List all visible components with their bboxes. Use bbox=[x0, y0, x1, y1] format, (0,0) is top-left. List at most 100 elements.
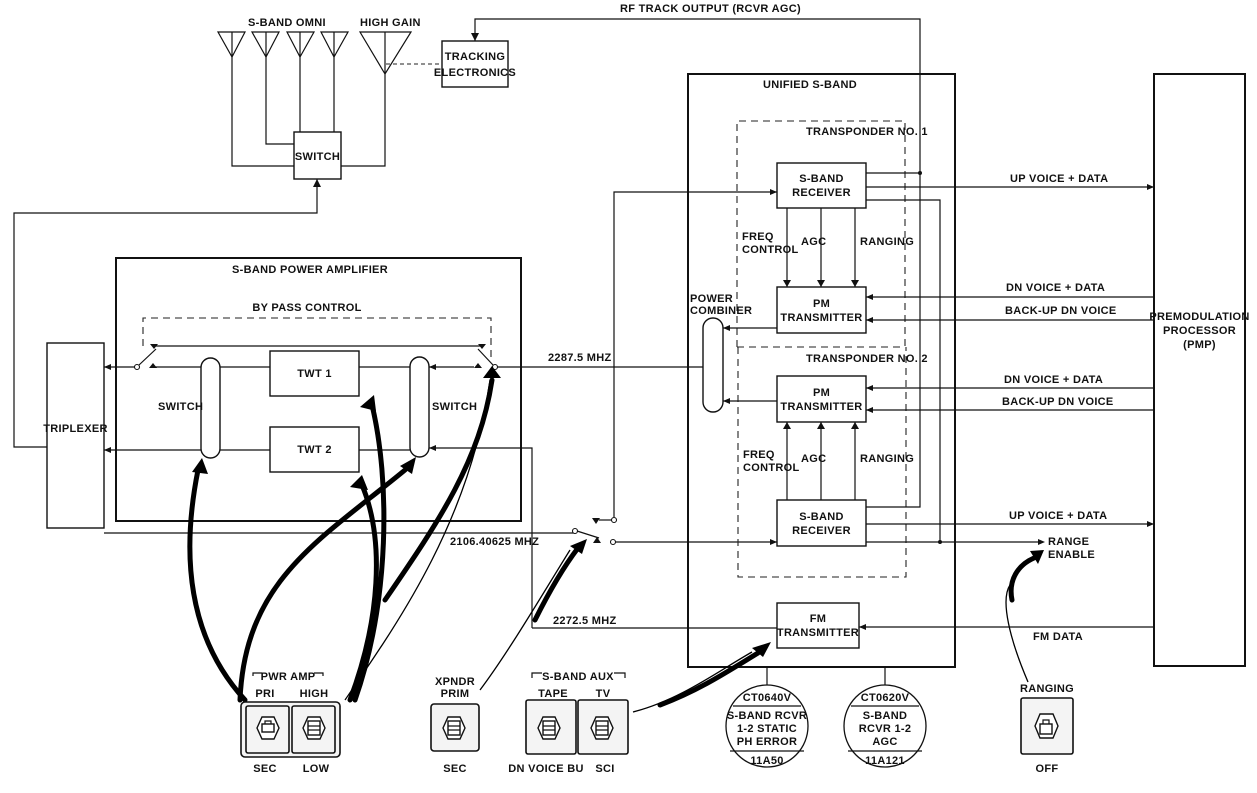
tracking-label-2: ELECTRONICS bbox=[434, 67, 516, 79]
xpndr-switch-panel: XPNDR PRIM SEC bbox=[430, 676, 480, 775]
sband-aux-tape-label: TAPE bbox=[538, 688, 568, 700]
meter1-line1: S-BAND RCVR bbox=[727, 710, 807, 722]
sband-aux-tv-toggle[interactable] bbox=[590, 716, 614, 740]
sband-aux-switch-panel: S-BAND AUX TAPE TV DN VOICE BU SCI bbox=[508, 671, 629, 775]
power-combiner-capsule bbox=[702, 317, 724, 413]
range-enable-label-1: RANGE bbox=[1048, 536, 1089, 548]
t2-ranging-label: RANGING bbox=[860, 453, 914, 465]
freq-2106-label: 2106.40625 MHZ bbox=[450, 536, 539, 548]
ranging-off-label: OFF bbox=[1036, 763, 1059, 775]
power-amplifier-title: S-BAND POWER AMPLIFIER bbox=[232, 264, 388, 276]
fm-transmitter-label-1: FM bbox=[810, 613, 826, 625]
unified-sband: UNIFIED S-BAND TRANSPONDER NO. 1 TRANSPO… bbox=[687, 73, 1045, 668]
up-voice-data-1-label: UP VOICE + DATA bbox=[1010, 173, 1108, 185]
omni-antenna-label: S-BAND OMNI bbox=[248, 17, 326, 29]
pwr-amp-low-label: LOW bbox=[303, 763, 330, 775]
sband-aux-group-label: S-BAND AUX bbox=[542, 671, 614, 683]
triplexer-box bbox=[46, 342, 105, 529]
meter2-code: CT0620V bbox=[861, 692, 910, 704]
pwr-amp-high-toggle[interactable] bbox=[302, 716, 326, 740]
meter-ct0620v: CT0620V S-BAND RCVR 1-2 AGC 11A121 bbox=[843, 667, 927, 768]
bypass-control-label: BY PASS CONTROL bbox=[252, 302, 361, 314]
meter-ct0640v: CT0640V S-BAND RCVR 1-2 STATIC PH ERROR … bbox=[725, 667, 809, 768]
t1-agc-label: AGC bbox=[801, 236, 826, 248]
sband-aux-tape-toggle[interactable] bbox=[537, 716, 561, 740]
arrowhead bbox=[313, 179, 321, 187]
backup-dn-voice-2-label: BACK-UP DN VOICE bbox=[1002, 396, 1114, 408]
transponder1-label: TRANSPONDER NO. 1 bbox=[806, 126, 928, 138]
tracking-electronics-box bbox=[441, 40, 509, 88]
pmp-label-1: PREMODULATION bbox=[1149, 311, 1249, 323]
meter1-line2: 1-2 STATIC bbox=[737, 723, 797, 735]
range-enable-label-2: ENABLE bbox=[1048, 549, 1095, 561]
left-switch-label: SWITCH bbox=[158, 401, 203, 413]
sband-aux-sci-label: SCI bbox=[595, 763, 614, 775]
backup-dn-voice-1-label: BACK-UP DN VOICE bbox=[1005, 305, 1117, 317]
t2-freq-label-2: CONTROL bbox=[743, 462, 799, 474]
pmp-box bbox=[1153, 73, 1246, 667]
xpndr-sec-label: SEC bbox=[443, 763, 467, 775]
pmp-label-3: (PMP) bbox=[1183, 339, 1216, 351]
meter1-panel: 11A50 bbox=[750, 755, 783, 767]
right-switch-label: SWITCH bbox=[432, 401, 477, 413]
fm-transmitter-box bbox=[776, 602, 860, 649]
xpndr-label-1: XPNDR bbox=[435, 676, 475, 688]
arrowhead bbox=[471, 33, 479, 41]
meter2-line1: S-BAND bbox=[863, 710, 908, 722]
pwr-amp-high-label: HIGH bbox=[300, 688, 329, 700]
freq-2272-label: 2272.5 MHZ bbox=[553, 615, 617, 627]
omni-antenna-icon bbox=[216, 31, 350, 59]
t2-transmitter-label-2: TRANSMITTER bbox=[780, 401, 862, 413]
transponder2-label: TRANSPONDER NO. 2 bbox=[806, 353, 928, 365]
ranging-switch-label: RANGING bbox=[1020, 683, 1074, 695]
t1-receiver-label-2: RECEIVER bbox=[792, 187, 851, 199]
t1-transmitter-label-1: PM bbox=[813, 298, 830, 310]
usb-block-diagram: S-BAND OMNI HIGH GAIN SWITCH TRACKING EL… bbox=[13, 3, 1249, 775]
t2-transmitter-label-1: PM bbox=[813, 387, 830, 399]
pwr-amp-pri-label: PRI bbox=[255, 688, 274, 700]
high-gain-antenna-icon bbox=[358, 31, 413, 76]
meter2-line3: AGC bbox=[872, 736, 897, 748]
high-gain-antenna-label: HIGH GAIN bbox=[360, 17, 421, 29]
meter1-code: CT0640V bbox=[743, 692, 792, 704]
right-switch-capsule bbox=[409, 356, 430, 458]
t1-receiver-label-1: S-BAND bbox=[799, 173, 844, 185]
freq-2287-label: 2287.5 MHZ bbox=[548, 352, 612, 364]
dn-voice-data-1-label: DN VOICE + DATA bbox=[1006, 282, 1105, 294]
triplexer-label: TRIPLEXER bbox=[43, 423, 107, 435]
power-combiner-label-1: POWER bbox=[690, 293, 733, 305]
t2-agc-label: AGC bbox=[801, 453, 826, 465]
t1-freq-label-2: CONTROL bbox=[742, 244, 798, 256]
xpndr-toggle[interactable] bbox=[442, 716, 466, 740]
sband-aux-dn-voice-bu-label: DN VOICE BU bbox=[508, 763, 583, 775]
ranging-switch-panel: RANGING OFF bbox=[1020, 683, 1074, 775]
pwr-amp-pri-toggle[interactable] bbox=[256, 716, 280, 740]
pwr-amp-switch-panel: PWR AMP PRI HIGH SEC LOW bbox=[240, 671, 341, 775]
rf-track-output-label: RF TRACK OUTPUT (RCVR AGC) bbox=[620, 3, 801, 15]
power-amplifier: S-BAND POWER AMPLIFIER BY PASS CONTROL S… bbox=[104, 257, 533, 628]
sband-aux-tv-label: TV bbox=[596, 688, 611, 700]
meter1-line3: PH ERROR bbox=[737, 736, 797, 748]
twt2-label: TWT 2 bbox=[297, 444, 332, 456]
twt1-label: TWT 1 bbox=[297, 368, 332, 380]
antenna-switch-label: SWITCH bbox=[295, 151, 340, 163]
meter2-line2: RCVR 1-2 bbox=[859, 723, 912, 735]
pwr-amp-group-label: PWR AMP bbox=[261, 671, 316, 683]
tracking-label-1: TRACKING bbox=[445, 51, 505, 63]
t2-transmitter-box bbox=[776, 375, 867, 423]
unified-sband-title: UNIFIED S-BAND bbox=[763, 79, 857, 91]
ranging-toggle[interactable] bbox=[1034, 713, 1059, 739]
xpndr-label-2: PRIM bbox=[441, 688, 470, 700]
t2-receiver-box bbox=[776, 499, 867, 547]
fm-transmitter-label-2: TRANSMITTER bbox=[777, 627, 859, 639]
power-combiner-label-2: COMBINER bbox=[690, 305, 752, 317]
fm-data-label: FM DATA bbox=[1033, 631, 1083, 643]
t2-receiver-label-2: RECEIVER bbox=[792, 525, 851, 537]
t1-transmitter-label-2: TRANSMITTER bbox=[780, 312, 862, 324]
meter2-panel: 11A121 bbox=[865, 755, 905, 767]
t1-transmitter-box bbox=[776, 286, 867, 334]
t1-freq-label-1: FREQ bbox=[742, 231, 774, 243]
antenna-group: S-BAND OMNI HIGH GAIN SWITCH TRACKING EL… bbox=[216, 3, 921, 180]
t2-freq-label-1: FREQ bbox=[743, 449, 775, 461]
pwr-amp-sec-label: SEC bbox=[253, 763, 277, 775]
